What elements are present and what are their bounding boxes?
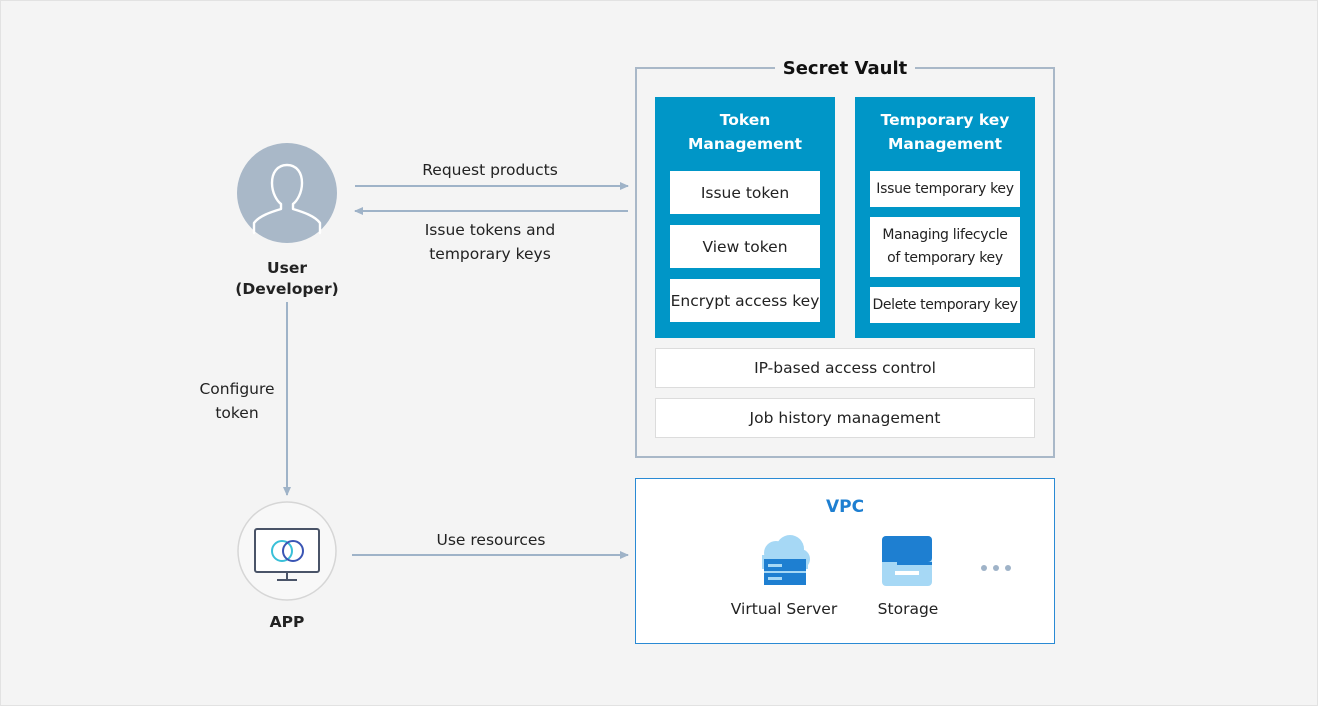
issue-label-line2: temporary keys — [429, 245, 551, 263]
app-monitor-icon — [237, 501, 337, 601]
tempkey-panel-title-line2: Management — [887, 135, 1003, 153]
managing-lifecycle-line2: of temporary key — [887, 250, 1003, 266]
configure-label-line1: Configure — [199, 380, 275, 398]
issue-label-line1: Issue tokens and — [424, 221, 556, 239]
job-history-management-bar: Job history management — [655, 398, 1035, 438]
ip-access-control-bar: IP-based access control — [655, 348, 1035, 388]
token-panel-title-line2: Management — [687, 135, 803, 153]
token-management-panel: Token Management Issue token View token … — [655, 97, 835, 338]
configure-label-line2: token — [215, 404, 259, 422]
storage-label: Storage — [877, 600, 939, 618]
temporary-key-management-panel: Temporary key Management Issue temporary… — [855, 97, 1035, 338]
storage-icon — [882, 536, 932, 586]
use-resources-label: Use resources — [436, 531, 546, 549]
vpc-title: VPC — [825, 497, 865, 517]
view-token-item: View token — [670, 225, 820, 268]
request-products-label: Request products — [422, 161, 558, 179]
delete-temporary-key-item: Delete temporary key — [870, 287, 1020, 323]
token-panel-title-line1: Token — [719, 111, 771, 129]
app-label: APP — [269, 613, 305, 631]
more-ellipsis-icon — [981, 565, 1011, 571]
encrypt-access-key-item: Encrypt access key — [670, 279, 820, 322]
managing-lifecycle-line1: Managing lifecycle — [882, 227, 1008, 243]
virtual-server-icon — [762, 535, 810, 585]
managing-lifecycle-item: Managing lifecycle of temporary key — [870, 217, 1020, 277]
tempkey-panel-title-line1: Temporary key — [880, 111, 1010, 129]
issue-temporary-key-item: Issue temporary key — [870, 171, 1020, 207]
secret-vault-title: Secret Vault — [775, 56, 915, 82]
vpc-box: VPC Virtual Server Storage — [635, 478, 1055, 644]
user-avatar-icon — [237, 143, 337, 243]
issue-token-item: Issue token — [670, 171, 820, 214]
user-label-line2: (Developer) — [235, 280, 339, 298]
virtual-server-label: Virtual Server — [730, 600, 838, 618]
